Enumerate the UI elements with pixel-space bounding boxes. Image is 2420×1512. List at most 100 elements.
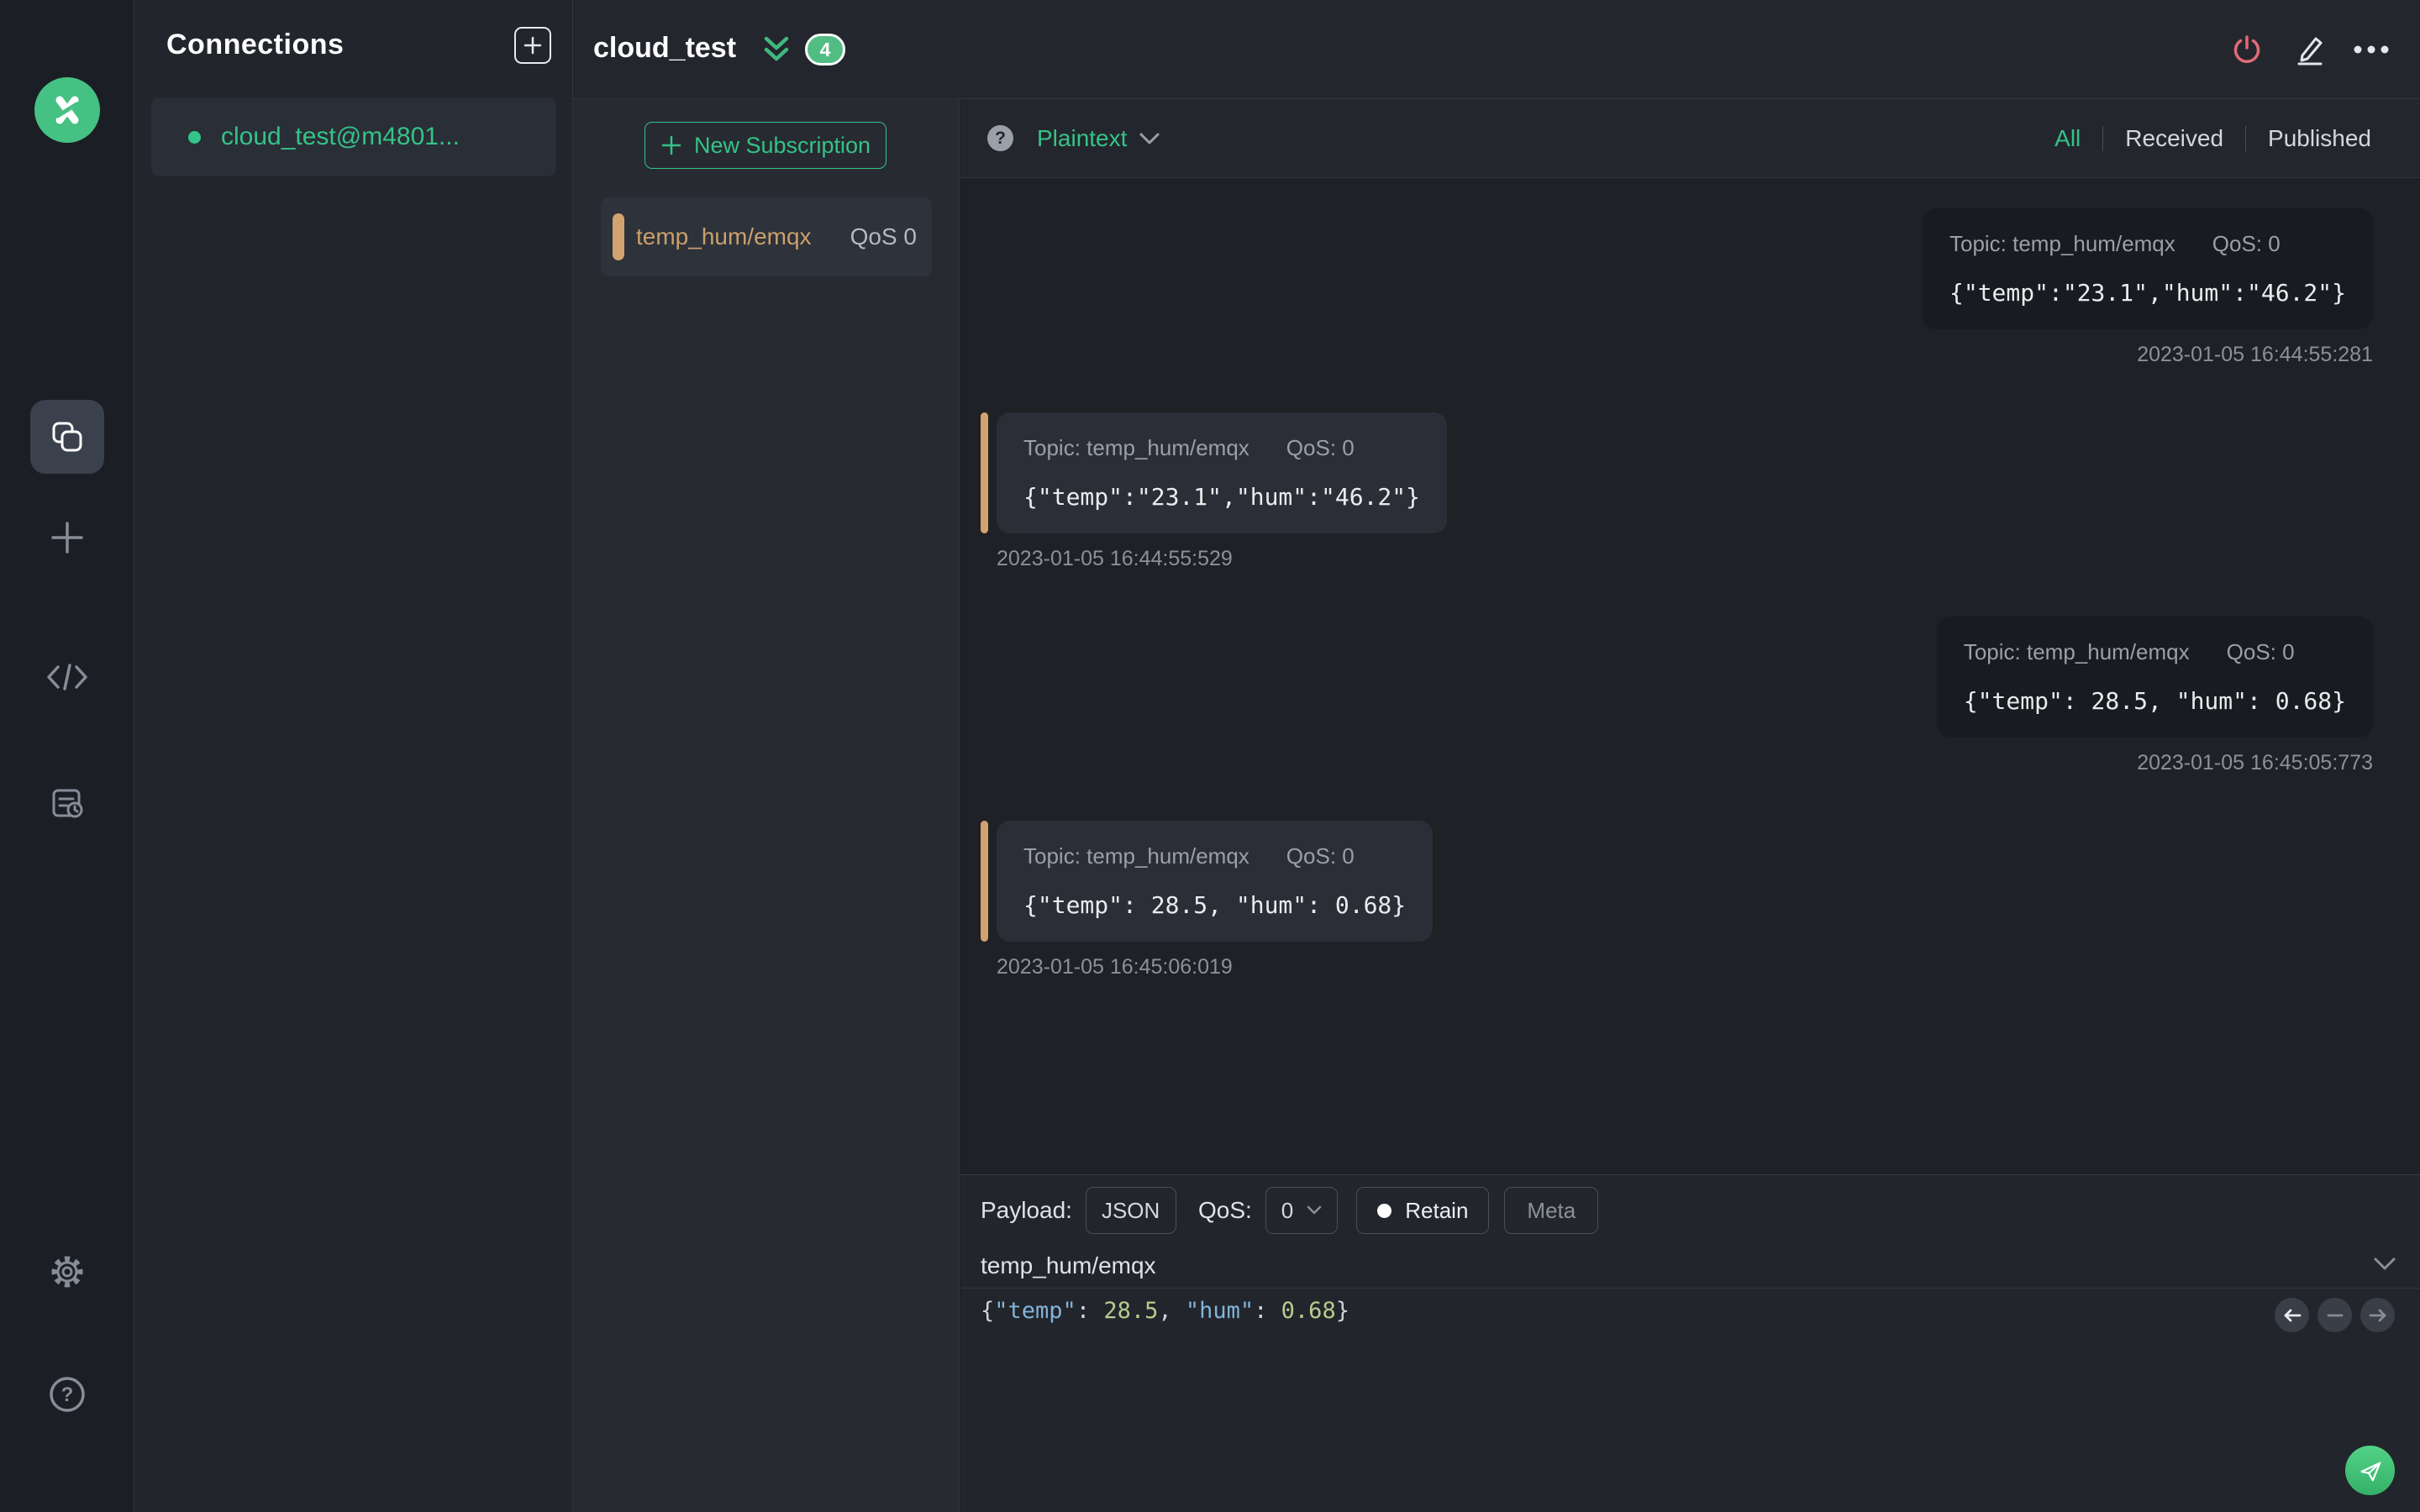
topic-input-row: temp_hum/emqx xyxy=(960,1244,2420,1289)
ellipsis-icon xyxy=(2354,45,2389,54)
payload-token-punct: { xyxy=(981,1298,995,1324)
tab-received[interactable]: Received xyxy=(2103,125,2245,152)
message-payload: {"temp": 28.5, "hum": 0.68} xyxy=(1963,687,2346,715)
message-timestamp: 2023-01-05 16:45:06:019 xyxy=(997,955,1233,979)
message-filter-bar: ? Plaintext All Received Published xyxy=(960,99,2420,178)
message-history-nav xyxy=(2275,1298,2395,1332)
connection-item[interactable]: cloud_test@m4801... xyxy=(151,97,556,176)
payload-token-punct: : xyxy=(1076,1298,1104,1324)
history-next-button[interactable] xyxy=(2360,1298,2395,1332)
message-format-select[interactable]: Plaintext xyxy=(1037,125,1160,152)
subscription-color-bar xyxy=(613,213,624,260)
retain-toggle[interactable]: Retain xyxy=(1356,1187,1490,1234)
chevron-down-icon xyxy=(2374,1257,2396,1270)
connection-header: cloud_test 4 xyxy=(573,0,2420,99)
publish-panel: Payload: JSON QoS: 0 Retain Meta temp_hu… xyxy=(960,1174,2420,1512)
qos-value: 0 xyxy=(1281,1197,1294,1223)
message-bubble[interactable]: Topic: temp_hum/emqx QoS: 0 {"temp":"23.… xyxy=(1922,208,2373,329)
collapse-panel-button[interactable] xyxy=(760,35,793,70)
connections-title: Connections xyxy=(166,29,345,60)
disconnect-button[interactable] xyxy=(2228,31,2265,68)
payload-token-punct: , xyxy=(1158,1298,1186,1324)
collapse-editor-button[interactable] xyxy=(2373,1257,2396,1275)
rail-log-button[interactable] xyxy=(0,784,134,824)
payload-token-key: "hum" xyxy=(1185,1298,1255,1324)
message-topic: Topic: temp_hum/emqx xyxy=(1023,843,1249,869)
subscriptions-panel: New Subscription temp_hum/emqx QoS 0 xyxy=(573,99,960,1512)
message-meta: Topic: temp_hum/emqx QoS: 0 xyxy=(1964,639,2346,665)
subscription-item[interactable]: temp_hum/emqx QoS 0 xyxy=(601,197,932,276)
rail-connections-button[interactable] xyxy=(30,400,104,474)
message-topic-color-bar xyxy=(981,412,988,533)
message-topic: Topic: temp_hum/emqx xyxy=(1963,639,2190,664)
message-qos: QoS: 0 xyxy=(1286,843,1355,869)
edit-connection-button[interactable] xyxy=(2291,31,2328,68)
chevron-down-icon xyxy=(1139,133,1160,144)
help-icon: ? xyxy=(50,1377,85,1412)
message-meta: Topic: temp_hum/emqx QoS: 0 xyxy=(1023,435,1420,461)
message-row: Topic: temp_hum/emqx QoS: 0 {"temp": 28.… xyxy=(1936,617,2373,738)
message-qos: QoS: 0 xyxy=(2212,231,2281,256)
subscription-topic: temp_hum/emqx xyxy=(636,223,812,249)
message-payload: {"temp": 28.5, "hum": 0.68} xyxy=(1023,891,1407,919)
payload-format-help-icon[interactable]: ? xyxy=(987,125,1013,151)
pencil-icon xyxy=(2297,37,2323,66)
message: Topic: temp_hum/emqx QoS: 0 {"temp": 28.… xyxy=(981,821,2373,979)
icon-rail: ? xyxy=(0,0,134,1512)
more-options-button[interactable] xyxy=(2353,31,2390,68)
message-meta: Topic: temp_hum/emqx QoS: 0 xyxy=(1023,843,1406,869)
plus-icon xyxy=(51,522,83,554)
rail-settings-button[interactable] xyxy=(0,1252,134,1292)
message-timestamp: 2023-01-05 16:44:55:529 xyxy=(997,547,1233,570)
gear-icon xyxy=(51,1256,83,1288)
svg-text:?: ? xyxy=(61,1383,74,1406)
payload-editor[interactable]: {"temp": 28.5, "hum": 0.68} xyxy=(981,1298,2400,1324)
minus-icon xyxy=(2327,1314,2343,1316)
rail-help-button[interactable]: ? xyxy=(0,1374,134,1415)
rail-script-button[interactable] xyxy=(0,659,134,696)
add-connection-button[interactable] xyxy=(514,27,551,64)
payload-token-key: "temp" xyxy=(994,1298,1076,1324)
connection-name: cloud_test@m4801... xyxy=(221,123,460,150)
chevron-down-icon xyxy=(1307,1205,1322,1215)
payload-label: Payload: xyxy=(981,1197,1072,1223)
tab-published[interactable]: Published xyxy=(2246,125,2393,152)
message-bubble[interactable]: Topic: temp_hum/emqx QoS: 0 {"temp": 28.… xyxy=(997,821,1434,942)
message-bubble[interactable]: Topic: temp_hum/emqx QoS: 0 {"temp": 28.… xyxy=(1936,617,2373,738)
arrow-right-icon xyxy=(2369,1309,2386,1321)
topic-input[interactable]: temp_hum/emqx xyxy=(981,1252,2373,1279)
message-qos: QoS: 0 xyxy=(1286,435,1355,460)
payload-format-value: JSON xyxy=(1101,1197,1160,1223)
message-row: Topic: temp_hum/emqx QoS: 0 {"temp": 28.… xyxy=(981,821,1434,942)
message-row: Topic: temp_hum/emqx QoS: 0 {"temp":"23.… xyxy=(1922,208,2373,329)
arrow-left-icon xyxy=(2284,1309,2301,1321)
payload-format-select[interactable]: JSON xyxy=(1085,1187,1176,1234)
mqttx-logo-glyph xyxy=(55,96,80,124)
history-prev-button[interactable] xyxy=(2275,1298,2309,1332)
tab-all[interactable]: All xyxy=(2033,125,2102,152)
message-qos: QoS: 0 xyxy=(2226,639,2295,664)
send-button[interactable] xyxy=(2345,1446,2395,1495)
message-filter-tabs: All Received Published xyxy=(2033,125,2393,152)
subscription-qos: QoS 0 xyxy=(850,223,917,249)
new-subscription-button[interactable]: New Subscription xyxy=(644,122,886,169)
double-chevron-down-icon xyxy=(764,36,789,61)
message-bubble[interactable]: Topic: temp_hum/emqx QoS: 0 {"temp":"23.… xyxy=(997,412,1448,533)
message-list[interactable]: Topic: temp_hum/emqx QoS: 0 {"temp":"23.… xyxy=(960,178,2420,1174)
history-clear-button[interactable] xyxy=(2317,1298,2352,1332)
subscription-count-badge: 4 xyxy=(805,34,845,66)
message: Topic: temp_hum/emqx QoS: 0 {"temp":"23.… xyxy=(981,208,2373,367)
plus-icon xyxy=(661,135,681,155)
meta-button[interactable]: Meta xyxy=(1504,1187,1599,1234)
message-payload: {"temp":"23.1","hum":"46.2"} xyxy=(1949,279,2346,307)
message-format-value: Plaintext xyxy=(1037,124,1128,151)
mqttx-app-window: ? Connections cloud_test@m4801... cloud_… xyxy=(0,0,2420,1512)
message-topic: Topic: temp_hum/emqx xyxy=(1949,231,2175,256)
payload-token-punct: } xyxy=(1335,1298,1349,1324)
rail-new-connection-button[interactable] xyxy=(0,518,134,557)
payload-token-number: 28.5 xyxy=(1103,1298,1159,1324)
header-actions xyxy=(2228,0,2390,99)
qos-select[interactable]: 0 xyxy=(1265,1187,1339,1234)
message-payload: {"temp":"23.1","hum":"46.2"} xyxy=(1023,483,1421,511)
code-icon xyxy=(47,664,87,690)
